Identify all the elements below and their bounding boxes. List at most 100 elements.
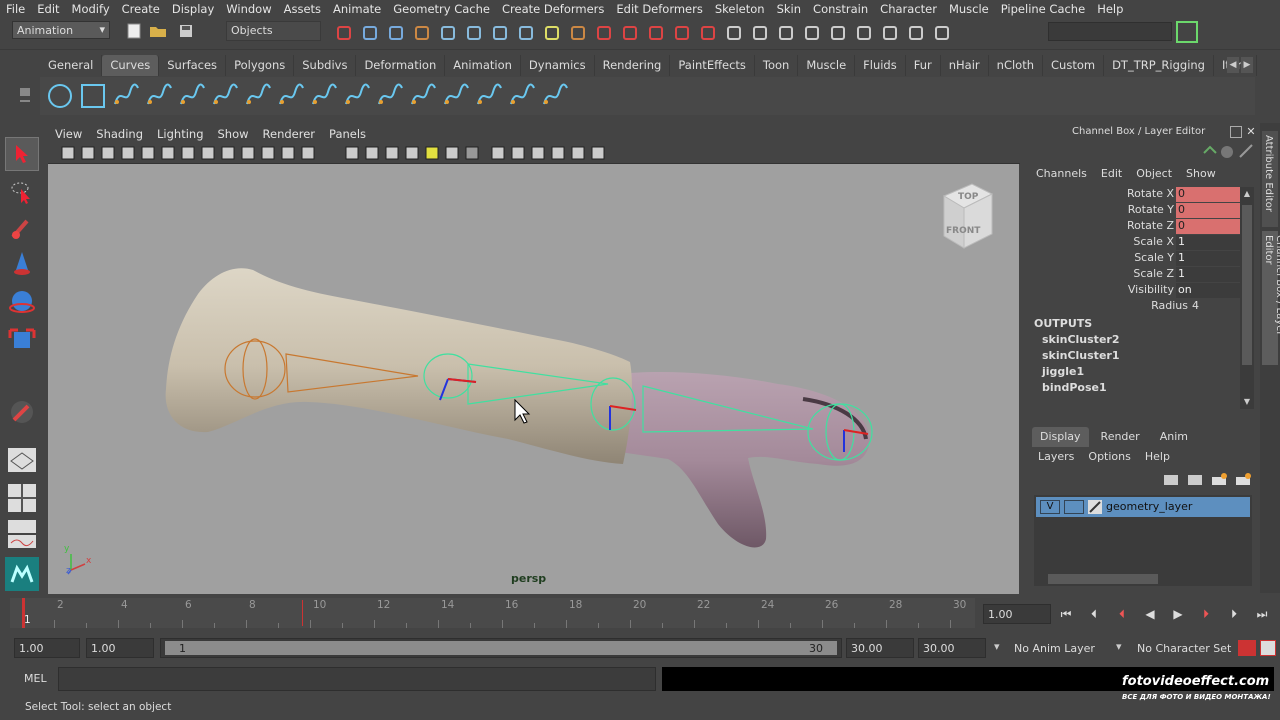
shelf-scroll-right-icon[interactable]: ▶: [1241, 57, 1253, 73]
shelf-tab-rendering[interactable]: Rendering: [595, 55, 671, 76]
extend-curve-icon[interactable]: [343, 82, 371, 110]
select-camera-icon[interactable]: [58, 143, 78, 163]
ep-curve-icon[interactable]: [145, 82, 173, 110]
arc-curve-icon[interactable]: [211, 82, 239, 110]
animation-start-field[interactable]: 1.00: [14, 638, 80, 658]
snap-live-icon[interactable]: [542, 23, 562, 43]
insert-knot-icon[interactable]: [310, 82, 338, 110]
save-scene-icon[interactable]: [176, 21, 196, 41]
layer-hscroll-thumb[interactable]: [1048, 574, 1158, 584]
move-tool-icon[interactable]: [5, 247, 39, 281]
menu-geometry-cache[interactable]: Geometry Cache: [387, 2, 496, 16]
project-curve-icon[interactable]: [508, 82, 536, 110]
menu-modify[interactable]: Modify: [66, 2, 116, 16]
channel-row[interactable]: Visibility on: [1032, 283, 1242, 299]
shelf-tab-ncloth[interactable]: nCloth: [989, 55, 1044, 76]
viewport-menu-renderer[interactable]: Renderer: [256, 127, 323, 141]
step-forward-frame-icon[interactable]: ⏵: [1196, 604, 1216, 624]
output-node[interactable]: jiggle1: [1042, 365, 1084, 378]
range-slider-thumb[interactable]: [165, 641, 837, 655]
mel-label[interactable]: MEL: [24, 672, 47, 685]
menu-edit[interactable]: Edit: [31, 2, 65, 16]
menu-create-deformers[interactable]: Create Deformers: [496, 2, 610, 16]
selection-mask-dropdown[interactable]: Objects: [226, 21, 321, 41]
menu-assets[interactable]: Assets: [278, 2, 327, 16]
xray-joints-icon[interactable]: [548, 143, 568, 163]
play-forward-icon[interactable]: ▶: [1168, 604, 1188, 624]
menu-skin[interactable]: Skin: [771, 2, 807, 16]
layer-color-icon[interactable]: [1088, 500, 1102, 514]
resolution-gate-icon[interactable]: [218, 143, 238, 163]
lock-selection-icon[interactable]: [412, 23, 432, 43]
render-current-icon[interactable]: [672, 23, 692, 43]
scroll-down-icon[interactable]: ▼: [1240, 395, 1254, 409]
tab-attribute-editor[interactable]: Attribute Editor: [1262, 131, 1278, 227]
hypershade-icon[interactable]: [750, 23, 770, 43]
shadows-icon[interactable]: [422, 143, 442, 163]
layer-menu-options[interactable]: Options: [1088, 450, 1130, 466]
grid-icon[interactable]: [178, 143, 198, 163]
channel-scrollbar[interactable]: ▲ ▼: [1240, 187, 1254, 409]
viewport-menu-lighting[interactable]: Lighting: [150, 127, 210, 141]
use-all-lights-icon[interactable]: [402, 143, 422, 163]
quick-input-field[interactable]: [1048, 22, 1172, 41]
motion-blur-icon[interactable]: [462, 143, 482, 163]
playback-end-field[interactable]: 30.00: [846, 638, 914, 658]
shelf-tab-subdivs[interactable]: Subdivs: [294, 55, 357, 76]
isolate-select-icon[interactable]: [508, 143, 528, 163]
fillet-curve-icon[interactable]: [442, 82, 470, 110]
viewport-menu-show[interactable]: Show: [211, 127, 256, 141]
safe-action-icon[interactable]: [278, 143, 298, 163]
channel-box-mode-icon[interactable]: [1200, 143, 1260, 164]
menu-skeleton[interactable]: Skeleton: [709, 2, 771, 16]
select-component-icon[interactable]: [880, 23, 900, 43]
menu-pipeline-cache[interactable]: Pipeline Cache: [995, 2, 1091, 16]
offset-curve-icon[interactable]: [376, 82, 404, 110]
step-forward-key-icon[interactable]: ⏵: [1224, 604, 1244, 624]
layer-visibility-toggle[interactable]: V: [1040, 500, 1060, 514]
snap-grid-icon[interactable]: [438, 23, 458, 43]
field-chart-icon[interactable]: [258, 143, 278, 163]
xray-active-icon[interactable]: [568, 143, 588, 163]
channel-menu-channels[interactable]: Channels: [1036, 167, 1087, 183]
scroll-thumb[interactable]: [1242, 205, 1252, 365]
chevron-down-icon[interactable]: ▾: [1116, 640, 1122, 653]
menu-file[interactable]: File: [0, 2, 31, 16]
select-component-icon[interactable]: [386, 23, 406, 43]
shelf-tab-fur[interactable]: Fur: [906, 55, 941, 76]
view-cube[interactable]: TOP FRONT: [938, 182, 994, 252]
perspective-viewport[interactable]: TOP FRONT y x z persp: [48, 164, 1019, 594]
scroll-up-icon[interactable]: ▲: [1240, 187, 1254, 201]
output-node[interactable]: bindPose1: [1042, 381, 1107, 394]
command-input[interactable]: [58, 667, 656, 691]
channel-row[interactable]: Scale X1: [1032, 235, 1242, 251]
channel-value[interactable]: 1: [1176, 251, 1240, 266]
shelf-tab-curves[interactable]: Curves: [102, 55, 160, 76]
image-plane-icon[interactable]: [118, 143, 138, 163]
channel-menu-object[interactable]: Object: [1136, 167, 1172, 183]
chevron-down-icon[interactable]: ▾: [994, 640, 1000, 653]
viewport-menu-panels[interactable]: Panels: [322, 127, 373, 141]
float-panel-icon[interactable]: [1230, 126, 1242, 138]
shelf-tab-toon[interactable]: Toon: [755, 55, 799, 76]
bookmarks-icon[interactable]: [98, 143, 118, 163]
soft-mod-tool-icon[interactable]: [5, 395, 39, 429]
menu-help[interactable]: Help: [1091, 2, 1129, 16]
close-icon[interactable]: ✕: [1244, 125, 1258, 139]
channel-row[interactable]: Radius 4: [1032, 299, 1242, 315]
render-settings-icon[interactable]: [724, 23, 744, 43]
go-to-start-icon[interactable]: ⏮: [1056, 604, 1076, 624]
shelf-tab-deformation[interactable]: Deformation: [356, 55, 446, 76]
cut-curve-icon[interactable]: [475, 82, 503, 110]
pencil-curve-icon[interactable]: [178, 82, 206, 110]
maya-logo-icon[interactable]: [5, 557, 39, 591]
snap-grid-icon[interactable]: [932, 23, 952, 43]
channel-row[interactable]: Scale Y1: [1032, 251, 1242, 267]
step-back-frame-icon[interactable]: ⏴: [1112, 604, 1132, 624]
channel-row[interactable]: Rotate Y0: [1032, 203, 1242, 219]
channel-value[interactable]: 4: [1192, 299, 1199, 312]
menu-animate[interactable]: Animate: [327, 2, 387, 16]
xray-icon[interactable]: [528, 143, 548, 163]
auto-key-icon[interactable]: [1238, 640, 1256, 656]
construction-icon[interactable]: [594, 23, 614, 43]
